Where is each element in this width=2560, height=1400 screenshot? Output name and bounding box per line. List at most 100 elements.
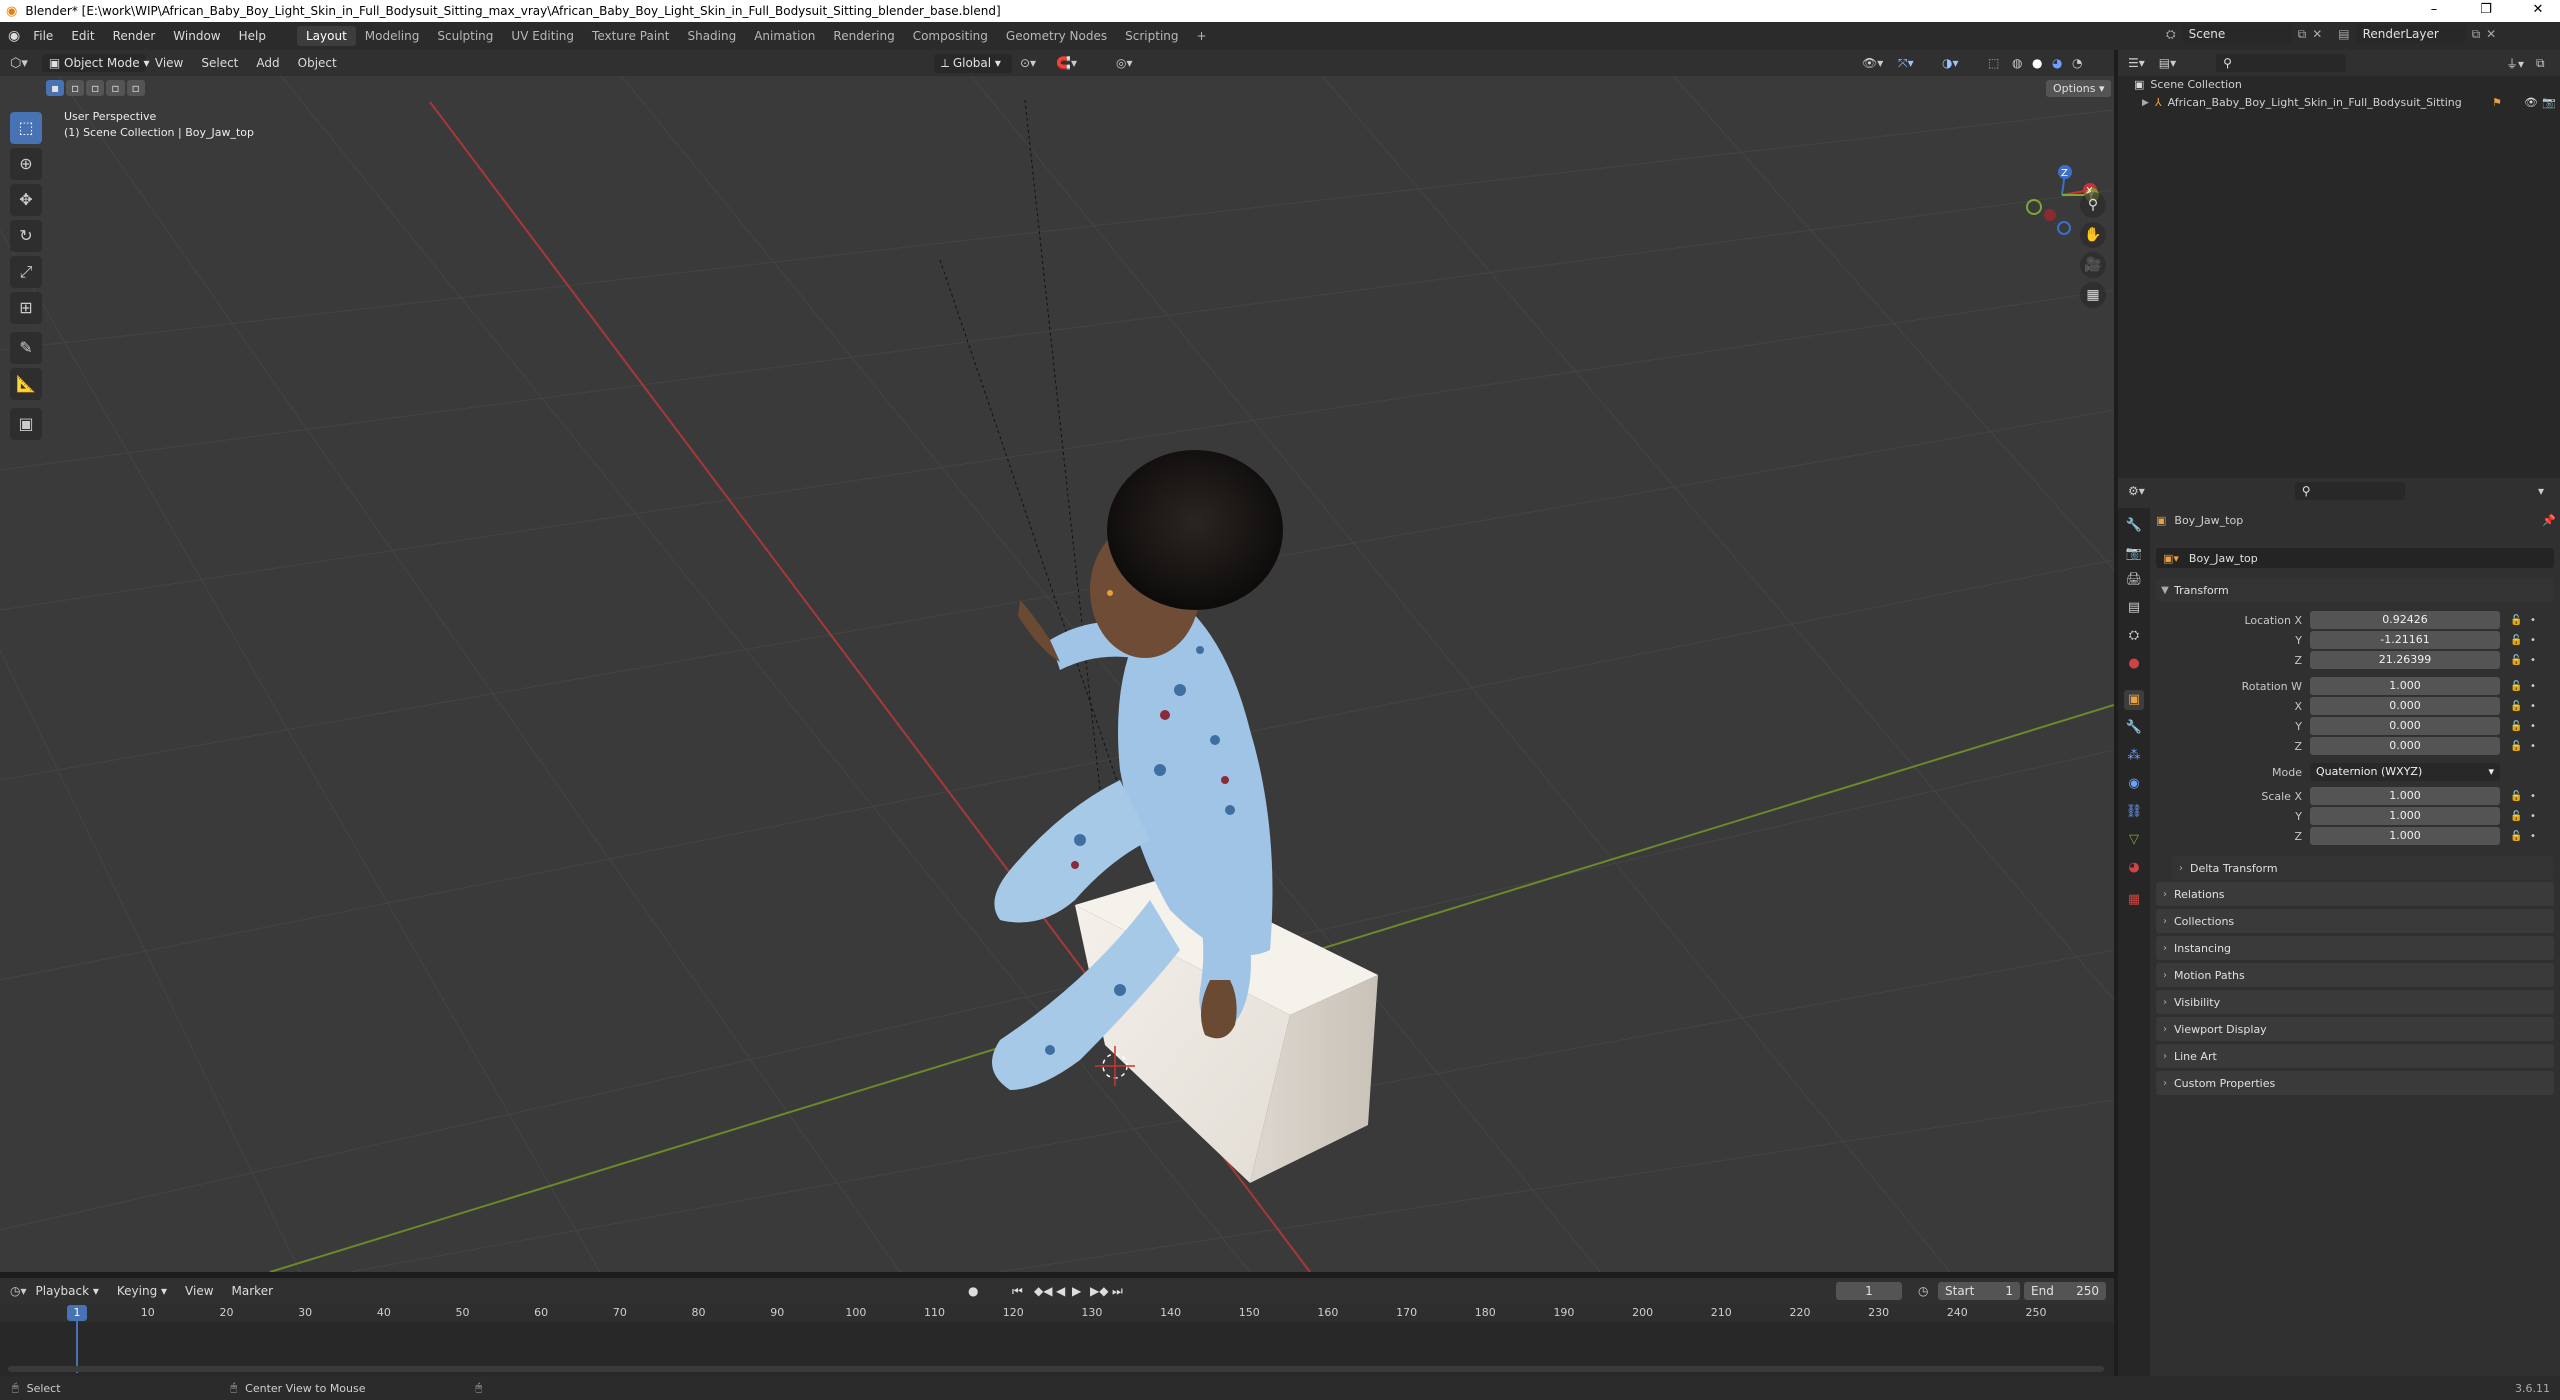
- editor-type-icon[interactable]: ⬡▾: [10, 56, 28, 71]
- timeline-menu-marker[interactable]: Marker: [223, 1284, 282, 1298]
- tool-tab-icon[interactable]: 🔧: [2124, 516, 2144, 536]
- new-collection-icon[interactable]: ⧉: [2536, 56, 2545, 71]
- add-workspace-button[interactable]: +: [1188, 26, 1216, 46]
- tab-rendering[interactable]: Rendering: [824, 26, 903, 46]
- tab-modeling[interactable]: Modeling: [356, 26, 429, 46]
- keyframe-dot-icon[interactable]: •: [2530, 831, 2538, 842]
- keyframe-dot-icon[interactable]: •: [2530, 721, 2538, 732]
- end-frame-field[interactable]: End 250: [2024, 1282, 2106, 1300]
- lock-icon[interactable]: 🔓: [2510, 701, 2524, 712]
- keyframe-dot-icon[interactable]: •: [2530, 655, 2538, 666]
- select-subtract-icon[interactable]: ▫: [86, 80, 105, 96]
- panel-line-art[interactable]: › Line Art: [2156, 1044, 2554, 1068]
- render-camera-icon[interactable]: 📷: [2542, 96, 2556, 109]
- location-x-field[interactable]: 0.92426: [2310, 611, 2500, 629]
- stopwatch-icon[interactable]: ◷: [1918, 1284, 1928, 1298]
- panel-visibility[interactable]: › Visibility: [2156, 990, 2554, 1014]
- scale-z-field[interactable]: 1.000: [2310, 827, 2500, 845]
- filter-icon[interactable]: ⏚▾: [2506, 55, 2524, 72]
- lock-icon[interactable]: 🔓: [2510, 831, 2524, 842]
- options-button[interactable]: Options ▾: [2046, 80, 2112, 97]
- panel-relations[interactable]: › Relations: [2156, 882, 2554, 906]
- add-cube-icon[interactable]: ▣: [10, 408, 42, 440]
- tab-scripting[interactable]: Scripting: [1116, 26, 1187, 46]
- lock-icon[interactable]: 🔓: [2510, 615, 2524, 626]
- tab-shading[interactable]: Shading: [678, 26, 745, 46]
- jump-keyframe-back-icon[interactable]: ◆◀: [1034, 1284, 1052, 1298]
- panel-collections[interactable]: › Collections: [2156, 909, 2554, 933]
- lock-icon[interactable]: 🔓: [2510, 721, 2524, 732]
- rotation-z-field[interactable]: 0.000: [2310, 737, 2500, 755]
- zoom-icon[interactable]: ⚲: [2080, 192, 2106, 218]
- location-z-field[interactable]: 21.26399: [2310, 651, 2500, 669]
- menu-render[interactable]: Render: [104, 29, 165, 43]
- viewport-menu-add[interactable]: Add: [247, 56, 288, 70]
- lock-icon[interactable]: 🔓: [2510, 681, 2524, 692]
- menu-help[interactable]: Help: [230, 29, 275, 43]
- current-frame-field[interactable]: 1: [1836, 1282, 1902, 1300]
- new-scene-icon[interactable]: ⧉: [2298, 27, 2307, 42]
- cursor-icon[interactable]: ⊕: [10, 148, 42, 180]
- outliner-root-row[interactable]: ▣ Scene Collection: [2134, 78, 2242, 91]
- menu-window[interactable]: Window: [164, 29, 229, 43]
- timeline-scrollbar[interactable]: [8, 1366, 2104, 1372]
- keyframe-dot-icon[interactable]: •: [2530, 701, 2538, 712]
- timeline-menu-keying[interactable]: Keying ▾: [108, 1284, 176, 1298]
- menu-edit[interactable]: Edit: [62, 29, 103, 43]
- snap-icon[interactable]: 🧲▾: [1056, 56, 1077, 70]
- pivot-icon[interactable]: ⊙▾: [1020, 56, 1036, 70]
- measure-icon[interactable]: 📐: [10, 368, 42, 400]
- select-new-icon[interactable]: ▪: [46, 80, 65, 96]
- panel-instancing[interactable]: › Instancing: [2156, 936, 2554, 960]
- lock-icon[interactable]: 🔓: [2510, 741, 2524, 752]
- delete-view-layer-icon[interactable]: ✕: [2486, 27, 2496, 41]
- data-tab-icon[interactable]: ▽: [2124, 830, 2144, 850]
- camera-view-icon[interactable]: 🎥: [2080, 252, 2106, 278]
- panel-custom-properties[interactable]: › Custom Properties: [2156, 1071, 2554, 1095]
- keyframe-dot-icon[interactable]: •: [2530, 741, 2538, 752]
- timeline-editor-icon[interactable]: ◷▾: [10, 1284, 27, 1298]
- properties-editor-icon[interactable]: ⚙▾: [2128, 484, 2145, 498]
- keyframe-dot-icon[interactable]: •: [2530, 615, 2538, 626]
- properties-options-icon[interactable]: ▾: [2538, 484, 2544, 498]
- pin-icon[interactable]: 📌: [2542, 514, 2556, 527]
- jump-keyframe-forward-icon[interactable]: ▶◆: [1090, 1284, 1108, 1298]
- visibility-eye-icon[interactable]: 👁: [2524, 96, 2538, 109]
- select-extend-icon[interactable]: ▫: [66, 80, 85, 96]
- close-button[interactable]: ✕: [2518, 0, 2558, 22]
- solid-shading-icon[interactable]: ●: [2032, 56, 2042, 70]
- lock-icon[interactable]: 🔓: [2510, 811, 2524, 822]
- view-layer-tab-icon[interactable]: ▤: [2124, 598, 2144, 618]
- expand-chevron-icon[interactable]: ▶: [2142, 98, 2149, 108]
- world-tab-icon[interactable]: ●: [2124, 654, 2144, 674]
- scene-tab-icon[interactable]: ⛭: [2124, 626, 2144, 646]
- lock-icon[interactable]: 🔓: [2510, 791, 2524, 802]
- select-intersect-icon[interactable]: ▫: [126, 80, 145, 96]
- tab-sculpting[interactable]: Sculpting: [428, 26, 502, 46]
- move-icon[interactable]: ✥: [10, 184, 42, 216]
- scene-selector[interactable]: Scene: [2181, 25, 2292, 43]
- tab-texture-paint[interactable]: Texture Paint: [583, 26, 678, 46]
- lock-icon[interactable]: 🔓: [2510, 655, 2524, 666]
- orientation-selector[interactable]: ⟂ Global ▾: [934, 53, 1012, 73]
- gizmo-toggle-icon[interactable]: ⤧▾: [1898, 56, 1914, 71]
- delta-transform-header[interactable]: › Delta Transform: [2172, 856, 2554, 880]
- play-icon[interactable]: ▶: [1072, 1284, 1081, 1298]
- tab-geometry-nodes[interactable]: Geometry Nodes: [997, 26, 1116, 46]
- object-name-field[interactable]: ▣▾ Boy_Jaw_top: [2156, 548, 2554, 568]
- tab-layout[interactable]: Layout: [296, 26, 356, 46]
- minimize-button[interactable]: –: [2414, 0, 2454, 22]
- keyframe-dot-icon[interactable]: •: [2530, 811, 2538, 822]
- play-reverse-icon[interactable]: ◀: [1056, 1284, 1065, 1298]
- jump-start-icon[interactable]: ⏮: [1012, 1284, 1023, 1299]
- physics-tab-icon[interactable]: ◉: [2124, 774, 2144, 794]
- timeline-menu-view[interactable]: View: [176, 1284, 222, 1298]
- view-layer-selector[interactable]: RenderLayer: [2355, 25, 2466, 43]
- transform-panel-header[interactable]: ▼ Transform: [2156, 578, 2554, 602]
- playhead-frame-indicator[interactable]: 1: [67, 1305, 87, 1321]
- panel-motion-paths[interactable]: › Motion Paths: [2156, 963, 2554, 987]
- jump-end-icon[interactable]: ⏭: [1112, 1284, 1123, 1299]
- record-icon[interactable]: ●: [968, 1284, 978, 1298]
- rotation-mode-dropdown[interactable]: Quaternion (WXYZ) ▾: [2310, 763, 2500, 781]
- output-tab-icon[interactable]: 🖨: [2124, 570, 2144, 590]
